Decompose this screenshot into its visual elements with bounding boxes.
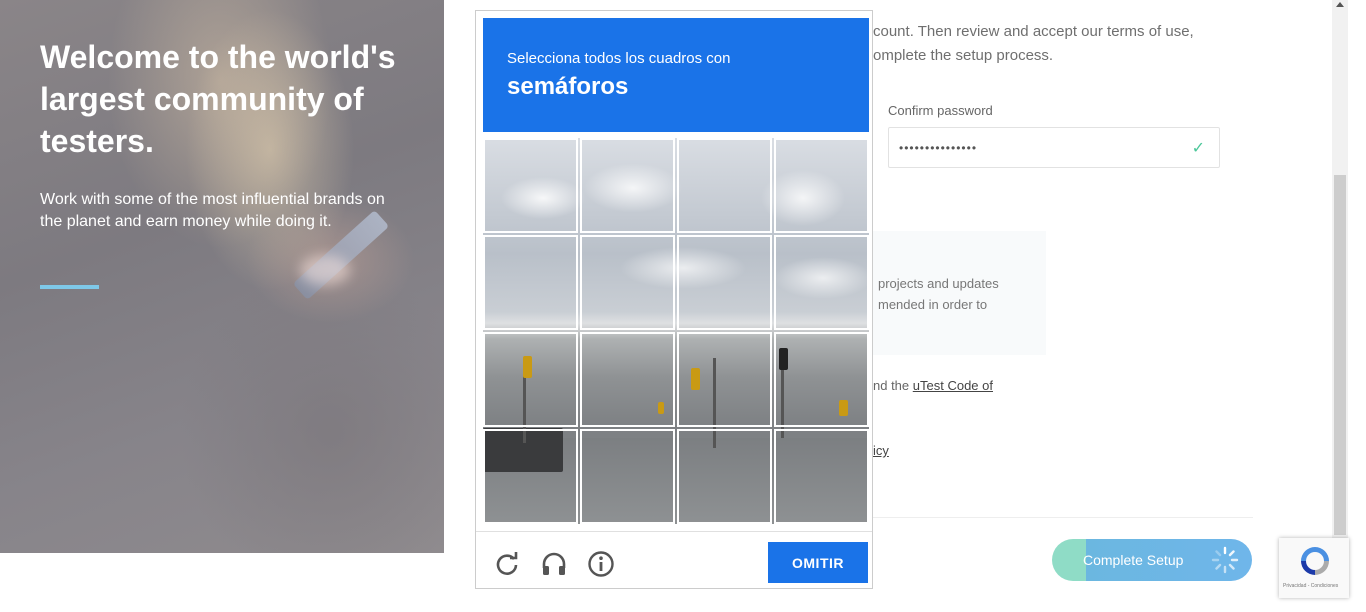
grid-tile[interactable] (580, 235, 675, 330)
page-scrollbar[interactable] (1332, 0, 1348, 540)
grid-tile[interactable] (483, 429, 578, 524)
recaptcha-logo-icon (1301, 547, 1329, 575)
form-intro-text: count. Then review and accept our terms … (873, 23, 1194, 64)
recaptcha-badge[interactable]: Privacidad - Condiciones (1279, 538, 1349, 598)
challenge-target: semáforos (507, 73, 629, 100)
hero-subtext: Work with some of the most influential b… (40, 191, 385, 230)
complete-setup-button[interactable]: Complete Setup (1052, 539, 1252, 581)
challenge-instruction: Selecciona todos los cuadros con (507, 50, 731, 67)
grid-tile[interactable] (774, 429, 869, 524)
challenge-header: Selecciona todos los cuadros con semáfor… (483, 18, 869, 132)
confirm-password-value: ••••••••••••••• (899, 141, 978, 155)
divider (873, 517, 1253, 518)
reload-icon[interactable] (493, 550, 521, 578)
hero-divider (40, 285, 99, 289)
confirm-password-label: Confirm password (888, 103, 993, 118)
headphones-icon[interactable] (540, 550, 568, 578)
grid-tile[interactable] (580, 138, 675, 233)
grid-tile[interactable] (774, 235, 869, 330)
grid-tile[interactable] (677, 235, 772, 330)
grid-tile[interactable] (483, 332, 578, 427)
challenge-image-grid (483, 138, 869, 524)
grid-tile[interactable] (483, 235, 578, 330)
grid-tile[interactable] (677, 332, 772, 427)
info-text: projects and updates mended in order to (878, 276, 999, 312)
footer-divider (476, 531, 872, 532)
grid-tile[interactable] (677, 138, 772, 233)
recaptcha-challenge: Selecciona todos los cuadros con semáfor… (475, 10, 873, 589)
skip-button[interactable]: OMITIR (768, 542, 868, 583)
confirm-password-field[interactable]: ••••••••••••••• ✓ (888, 127, 1220, 168)
grid-tile[interactable] (677, 429, 772, 524)
info-box: projects and updates mended in order to (872, 231, 1046, 355)
checkmark-icon: ✓ (1191, 140, 1205, 157)
grid-tile[interactable] (580, 429, 675, 524)
hero-panel: Welcome to the world's largest community… (0, 0, 444, 553)
scrollbar-thumb[interactable] (1334, 175, 1346, 535)
grid-tile[interactable] (774, 138, 869, 233)
complete-setup-label: Complete Setup (1083, 552, 1184, 568)
scroll-up-icon[interactable] (1336, 2, 1344, 7)
loading-spinner-icon (1211, 546, 1239, 574)
grid-tile[interactable] (774, 332, 869, 427)
code-of-conduct-link[interactable]: uTest Code of (913, 378, 993, 393)
agreement-text: nd the uTest Code of (873, 378, 993, 393)
privacy-policy-link[interactable]: icy (873, 443, 889, 458)
hero-headline: Welcome to the world's largest community… (40, 39, 396, 159)
grid-tile[interactable] (580, 332, 675, 427)
info-icon[interactable] (587, 550, 615, 578)
recaptcha-footer: Privacidad - Condiciones (1283, 583, 1339, 589)
grid-tile[interactable] (483, 138, 578, 233)
